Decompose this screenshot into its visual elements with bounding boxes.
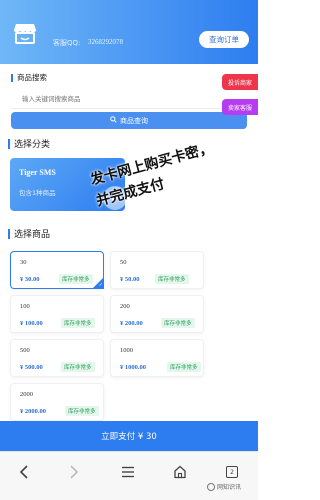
query-order-button[interactable]: 查询订单 xyxy=(199,31,249,48)
stock-badge: 库存非常多 xyxy=(61,318,95,328)
product-price: ¥ 2000.00 xyxy=(20,408,46,415)
product-name: 50 xyxy=(120,259,127,266)
product-price: ¥ 1000.00 xyxy=(120,364,146,371)
store-icon xyxy=(13,24,37,44)
search-section-title: 商品搜索 xyxy=(11,72,47,83)
product-price: ¥ 50.00 xyxy=(120,276,140,283)
qq-label: 客服QQ: xyxy=(53,39,81,47)
qq-number: 3268292078 xyxy=(88,38,123,46)
search-button-label: 商品查询 xyxy=(120,116,148,125)
product-card-200[interactable]: 200 ¥ 200.00 库存非常多 xyxy=(110,295,204,333)
watermark: 网知识讯 xyxy=(207,482,241,491)
product-card-500[interactable]: 500 ¥ 500.00 库存非常多 xyxy=(10,339,104,377)
product-price: ¥ 100.00 xyxy=(20,320,43,327)
tabs-icon[interactable]: 2 xyxy=(222,462,242,482)
category-name: Tiger SMS xyxy=(19,168,56,177)
product-price: ¥ 200.00 xyxy=(120,320,143,327)
category-count: 包含1种商品 xyxy=(19,189,56,197)
stock-badge: 库存非常多 xyxy=(155,274,189,284)
category-section-title: 选择分类 xyxy=(8,137,50,150)
overlay-caption: 发卡网上购买卡密， 并完成支付 xyxy=(88,123,273,212)
browser-nav-bar: 2 xyxy=(0,451,258,500)
stock-badge: 库存非常多 xyxy=(161,318,195,328)
stock-badge: 库存非常多 xyxy=(167,362,201,372)
stock-badge: 库存非常多 xyxy=(61,362,95,372)
product-card-1000[interactable]: 1000 ¥ 1000.00 库存非常多 xyxy=(110,339,204,377)
complaint-button[interactable]: 投诉商家 xyxy=(222,74,258,90)
product-name: 30 xyxy=(20,259,27,266)
home-icon[interactable] xyxy=(170,462,190,482)
tabs-count: 2 xyxy=(226,466,238,478)
product-name: 1000 xyxy=(120,347,133,354)
product-card-2000[interactable]: 2000 ¥ 2000.00 库存非常多 xyxy=(10,383,104,421)
menu-icon[interactable] xyxy=(118,462,138,482)
product-section-title: 选择商品 xyxy=(8,227,50,240)
search-input[interactable] xyxy=(11,89,247,109)
product-name: 2000 xyxy=(20,391,33,398)
product-name: 200 xyxy=(120,303,130,310)
product-name: 100 xyxy=(20,303,30,310)
product-card-50[interactable]: 50 ¥ 50.00 库存非常多 xyxy=(110,251,204,289)
check-icon: ✓ xyxy=(98,282,103,288)
back-icon[interactable] xyxy=(14,462,34,482)
pay-now-button[interactable]: 立即支付 ¥ 30 xyxy=(0,421,258,451)
forward-icon[interactable] xyxy=(64,462,84,482)
search-icon xyxy=(110,116,117,125)
product-price: ¥ 500.00 xyxy=(20,364,43,371)
search-button[interactable]: 商品查询 xyxy=(11,112,247,129)
header-bar: 客服QQ: 3268292078 查询订单 xyxy=(0,0,258,64)
product-price: ¥ 30.00 xyxy=(20,276,40,283)
seller-service-button[interactable]: 卖家客服 xyxy=(222,99,258,115)
stock-badge: 库存非常多 xyxy=(59,274,93,284)
watermark-text: 网知识讯 xyxy=(217,484,242,491)
product-name: 500 xyxy=(20,347,30,354)
product-card-100[interactable]: 100 ¥ 100.00 库存非常多 xyxy=(10,295,104,333)
stock-badge: 库存非常多 xyxy=(65,406,99,416)
watermark-icon xyxy=(207,482,215,491)
product-card-30[interactable]: 30 ¥ 30.00 库存非常多 ✓ xyxy=(10,251,104,289)
